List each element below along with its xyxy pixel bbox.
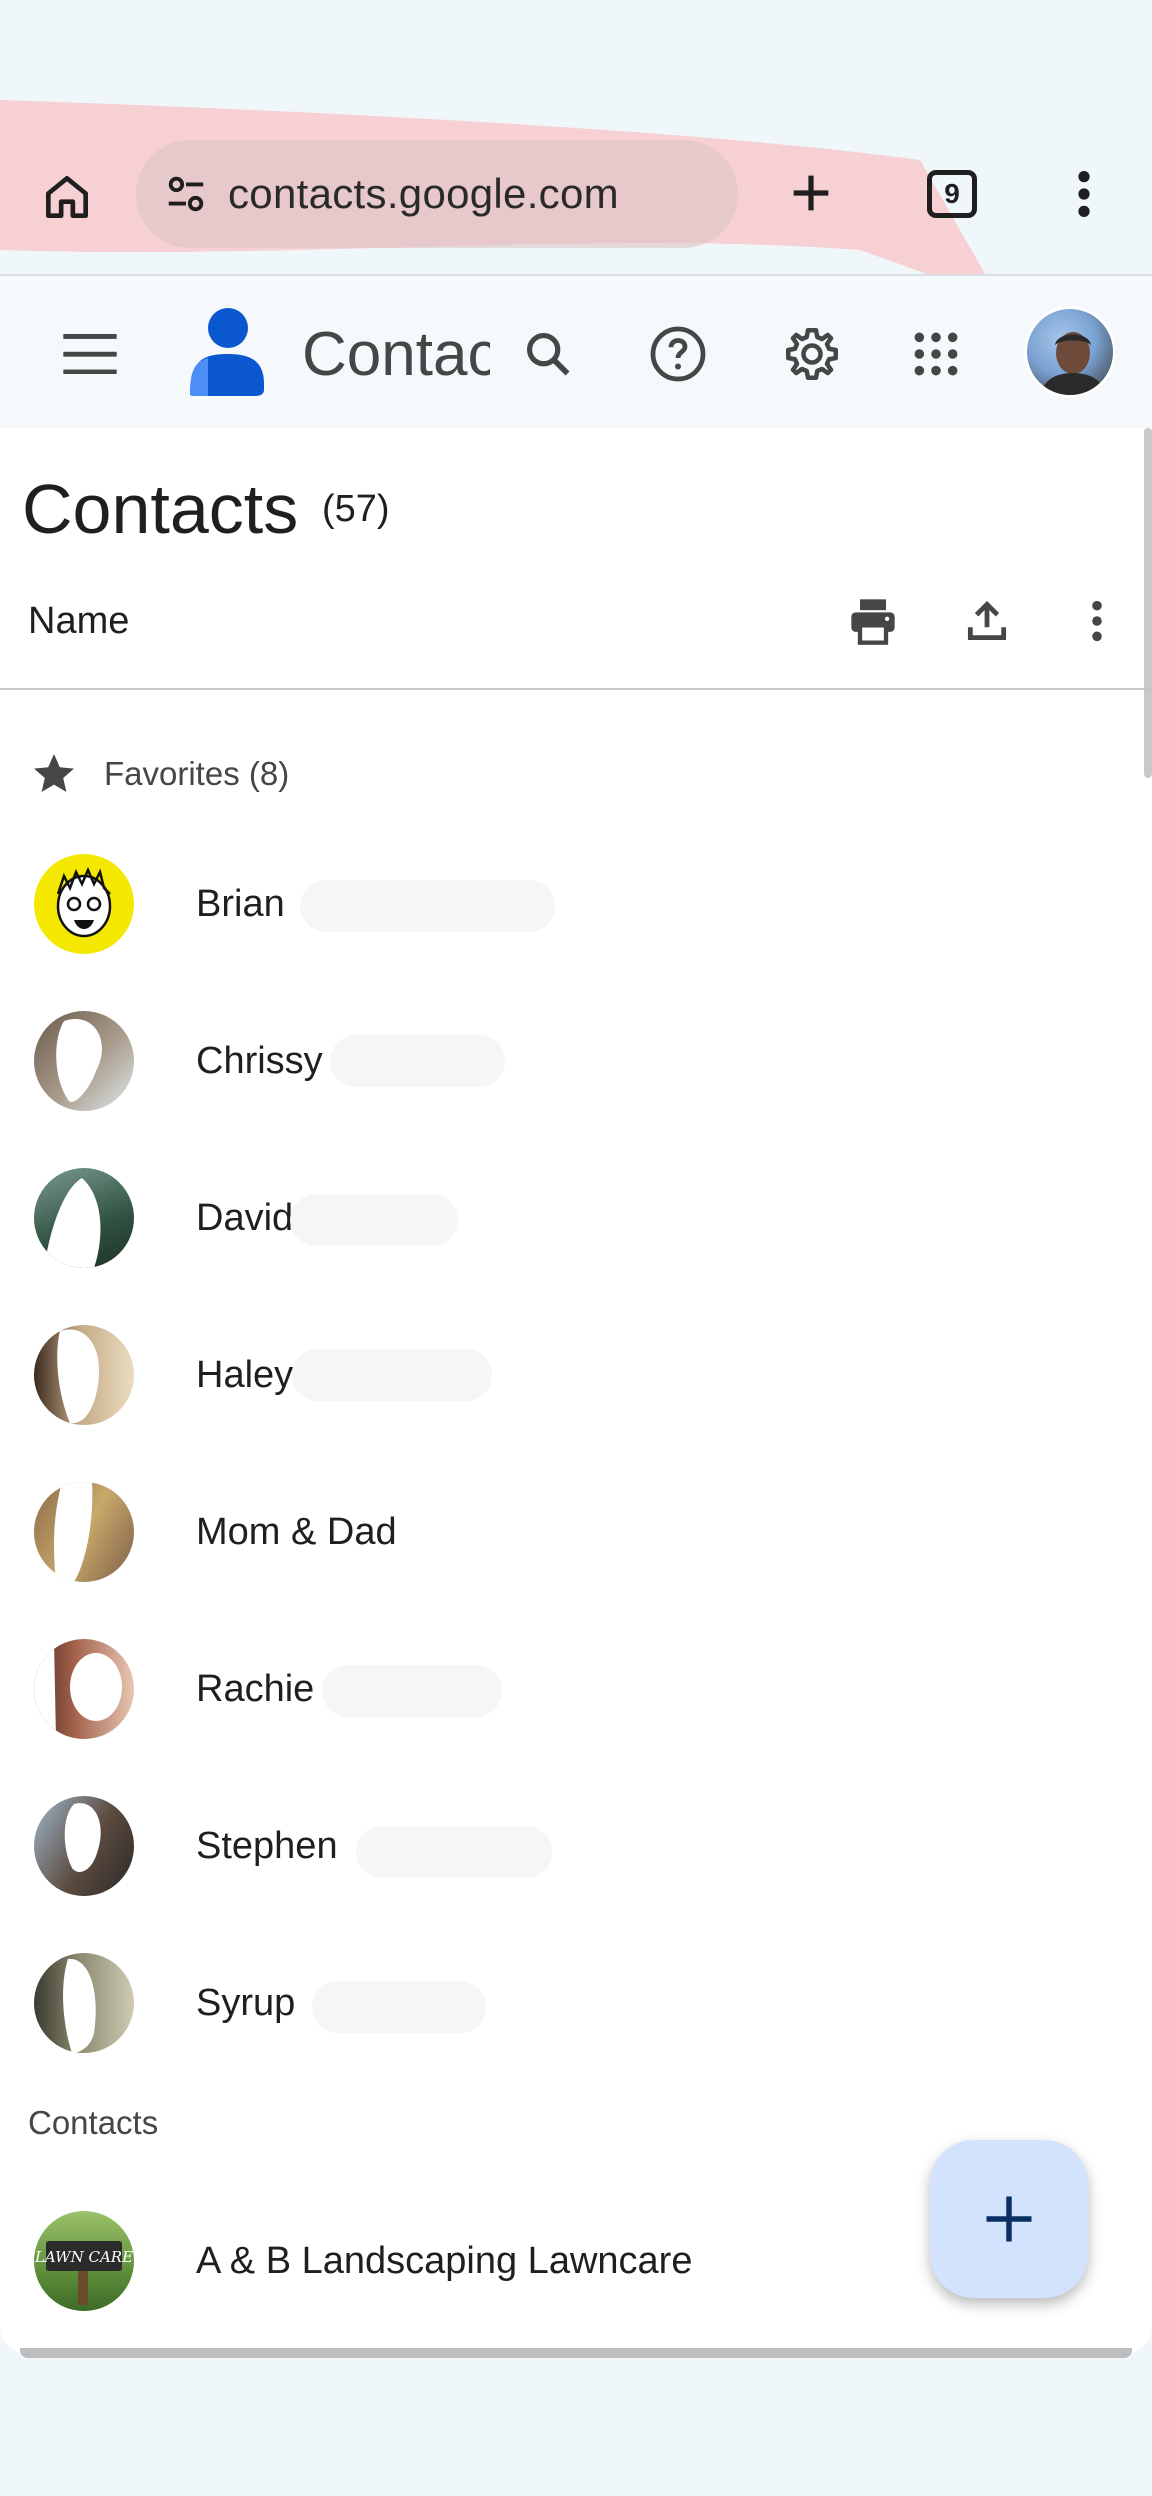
- cartoon-face-icon: [56, 866, 112, 938]
- contact-avatar: [34, 1325, 134, 1425]
- contact-name: Syrup: [196, 1982, 296, 2024]
- create-contact-button[interactable]: [930, 2140, 1088, 2298]
- app-name: Contacts: [302, 320, 490, 389]
- contact-photo-icon: [63, 1958, 96, 2053]
- contact-name: Stephen: [196, 1825, 338, 1867]
- redaction-mark: [300, 880, 555, 932]
- contact-name: Rachie: [196, 1668, 315, 1710]
- contact-row[interactable]: Syrup: [0, 1925, 1152, 2081]
- more-actions-button[interactable]: [1062, 586, 1132, 656]
- favorites-label: Favorites (8): [104, 755, 290, 792]
- page-title: Contacts: [22, 470, 299, 548]
- contact-name: Brian: [196, 883, 285, 925]
- sort-name-label[interactable]: Name: [28, 596, 129, 646]
- redaction-mark: [330, 1035, 505, 1087]
- lawn-sign-text: LAWN CARE: [34, 2248, 133, 2266]
- redaction-mark: [312, 1981, 486, 2033]
- search-icon: [526, 332, 570, 376]
- account-avatar[interactable]: [1024, 306, 1116, 398]
- contact-photo-icon: [54, 1482, 93, 1582]
- contact-avatar: [34, 1011, 134, 1111]
- apps-grid-icon: [914, 332, 958, 376]
- redaction-mark: [292, 1349, 492, 1401]
- contact-photo-icon: [44, 1178, 101, 1268]
- browser-toolbar: contacts.google.com 9: [0, 0, 1152, 300]
- redaction-mark: [322, 1665, 502, 1717]
- hamburger-icon: [63, 334, 117, 374]
- contact-row[interactable]: Brian: [0, 826, 1152, 982]
- contact-name: Chrissy: [196, 1040, 323, 1082]
- help-button[interactable]: [640, 316, 716, 392]
- contact-name: A & B Landscaping Lawncare: [196, 2240, 693, 2282]
- contact-avatar: [34, 1482, 134, 1582]
- contact-name: Mom & Dad: [196, 1511, 397, 1553]
- contact-avatar: [34, 1168, 134, 1268]
- contact-row[interactable]: Chrissy: [0, 983, 1152, 1139]
- tab-switcher-button[interactable]: 9: [912, 156, 992, 232]
- account-photo-icon: [1040, 332, 1106, 395]
- contact-row[interactable]: Stephen: [0, 1768, 1152, 1924]
- contact-name: Haley: [196, 1354, 294, 1396]
- contact-photo-icon: [34, 1639, 122, 1739]
- site-settings-icon[interactable]: [156, 164, 216, 224]
- settings-button[interactable]: [774, 316, 850, 392]
- lawn-sign-icon: LAWN CARE: [34, 2241, 133, 2305]
- google-apps-button[interactable]: [898, 316, 974, 392]
- home-icon: [46, 176, 88, 219]
- search-button[interactable]: [510, 316, 586, 392]
- url-text: contacts.google.com: [228, 170, 619, 217]
- plus-icon: [793, 175, 829, 211]
- contact-count: (57): [322, 488, 390, 530]
- contact-photo-icon: [57, 1329, 100, 1424]
- panel-bottom-edge: [20, 2348, 1132, 2358]
- upload-icon: [967, 600, 1007, 641]
- export-button[interactable]: [952, 586, 1022, 656]
- star-icon: [34, 754, 74, 792]
- contact-row[interactable]: Mom & Dad: [0, 1454, 1152, 1610]
- contact-avatar: LAWN CARE: [34, 2211, 134, 2311]
- redaction-mark: [356, 1826, 552, 1878]
- more-vert-icon: [1078, 171, 1090, 217]
- new-tab-button[interactable]: [774, 156, 848, 230]
- contact-row[interactable]: Rachie: [0, 1611, 1152, 1767]
- contact-avatar: [34, 1796, 134, 1896]
- contact-row[interactable]: Haley: [0, 1297, 1152, 1453]
- favorites-header: Favorites (8): [30, 746, 289, 802]
- redaction-mark: [290, 1194, 458, 1246]
- contacts-section-label: Contacts: [28, 2104, 159, 2141]
- app-header: Contacts: [0, 274, 1152, 428]
- home-button[interactable]: [30, 160, 104, 234]
- print-icon: [851, 599, 895, 645]
- contact-avatar: [34, 1639, 134, 1739]
- main-menu-button[interactable]: [52, 316, 128, 392]
- tab-count: 9: [927, 170, 977, 218]
- contact-photo-icon: [56, 1019, 102, 1102]
- contacts-logo-icon: [190, 308, 264, 396]
- contact-row[interactable]: David: [0, 1140, 1152, 1296]
- help-icon: [650, 326, 706, 382]
- contact-name: David: [196, 1197, 294, 1239]
- scrollbar[interactable]: [1144, 428, 1152, 778]
- contact-avatar: [34, 1953, 134, 2053]
- browser-menu-button[interactable]: [1050, 156, 1118, 232]
- plus-icon: [986, 2196, 1032, 2242]
- gear-icon: [786, 328, 838, 380]
- address-bar[interactable]: contacts.google.com: [136, 140, 738, 248]
- contact-avatar: [34, 854, 134, 954]
- print-button[interactable]: [838, 586, 908, 656]
- contacts-panel: Contacts (57) Name Favorites (8) Brian C…: [0, 428, 1152, 2354]
- more-vert-icon: [1092, 600, 1102, 642]
- header-divider: [0, 688, 1152, 690]
- contact-photo-icon: [64, 1803, 101, 1872]
